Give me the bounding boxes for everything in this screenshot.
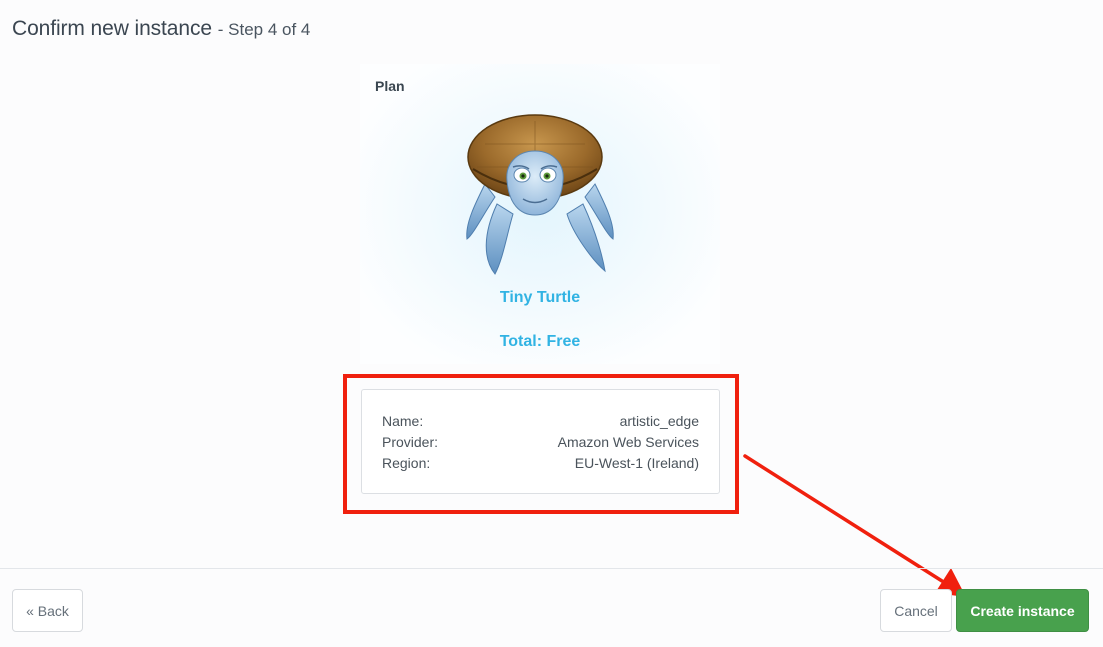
plan-name: Tiny Turtle	[499, 289, 581, 306]
plan-card: Plan Tiny Turtle Total: Free	[360, 64, 720, 364]
create-instance-button[interactable]: Create instance	[956, 589, 1089, 632]
instance-details: Name: artistic_edge Provider: Amazon Web…	[361, 389, 720, 494]
detail-row-region: Region: EU-West-1 (Ireland)	[382, 455, 699, 471]
plan-total: Total: Free	[499, 333, 581, 350]
detail-row-name: Name: artistic_edge	[382, 413, 699, 429]
detail-row-provider: Provider: Amazon Web Services	[382, 434, 699, 450]
detail-value: EU-West-1 (Ireland)	[574, 455, 699, 471]
turtle-illustration	[466, 114, 614, 275]
detail-label: Name:	[382, 413, 424, 429]
footer-divider	[0, 568, 1103, 569]
detail-label: Region:	[382, 455, 431, 471]
detail-value: artistic_edge	[619, 413, 699, 429]
page-header: Confirm new instance - Step 4 of 4	[12, 17, 310, 41]
detail-value: Amazon Web Services	[557, 434, 699, 450]
step-indicator: - Step 4 of 4	[217, 20, 311, 39]
back-button[interactable]: « Back	[12, 589, 83, 632]
plan-label: Plan	[375, 78, 405, 94]
cancel-button[interactable]: Cancel	[880, 589, 952, 632]
detail-label: Provider:	[382, 434, 439, 450]
page-title: Confirm new instance	[12, 17, 212, 40]
